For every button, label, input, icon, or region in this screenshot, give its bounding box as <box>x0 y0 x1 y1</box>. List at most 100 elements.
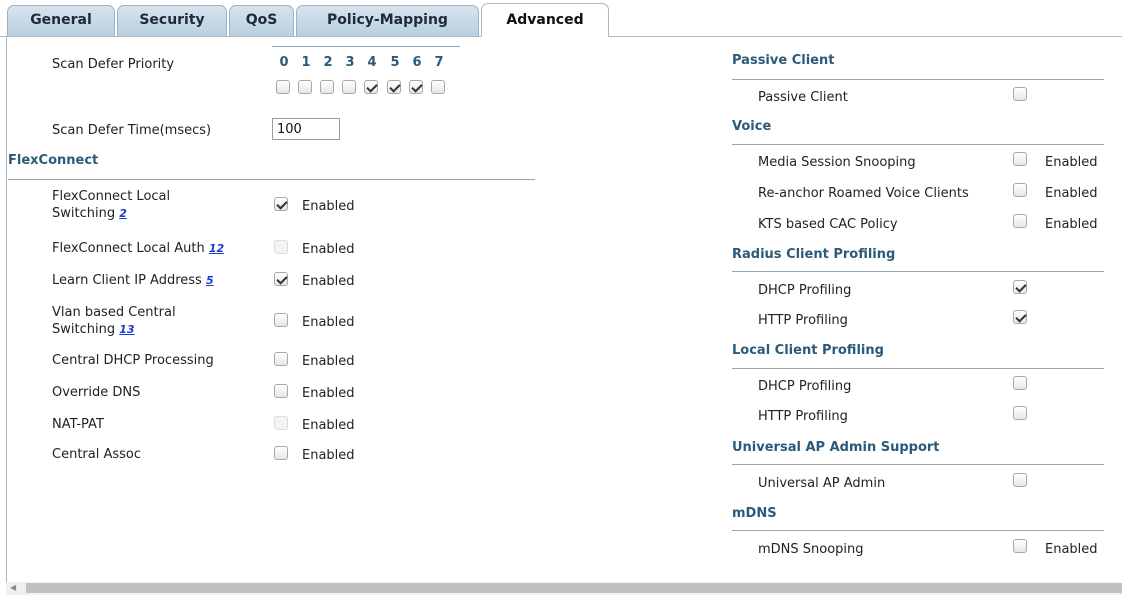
priority-checkbox-0[interactable] <box>276 80 290 94</box>
priority-divider <box>272 46 460 47</box>
radius-checkbox[interactable] <box>1013 310 1027 324</box>
voice-row-label: Media Session Snooping <box>758 155 916 170</box>
radius-section-title: Radius Client Profiling <box>732 247 896 262</box>
priority-number-5: 5 <box>390 55 400 70</box>
radius-row-label: DHCP Profiling <box>758 283 852 298</box>
flexconnect-checkbox[interactable] <box>274 384 288 398</box>
priority-number-2: 2 <box>323 55 333 70</box>
passive-section-title: Passive Client <box>732 53 835 68</box>
priority-number-1: 1 <box>301 55 311 70</box>
mdns-row-label: mDNS Snooping <box>758 542 864 557</box>
tab-bar: General Security QoS Policy-Mapping Adva… <box>0 0 1122 37</box>
voice-checkbox[interactable] <box>1013 152 1027 166</box>
flexconnect-row-text: Central DHCP Processing <box>52 353 214 368</box>
flexconnect-row-label: Central DHCP Processing <box>52 352 214 369</box>
priority-checkbox-6[interactable] <box>409 80 423 94</box>
passive-row-label: Passive Client <box>758 90 848 105</box>
tab-general[interactable]: General <box>7 5 115 36</box>
flexconnect-checkbox <box>274 240 288 254</box>
flexconnect-row-label: FlexConnect Local Auth 12 <box>52 240 224 257</box>
flexconnect-row-text: Central Assoc <box>52 447 142 462</box>
universal-checkbox[interactable] <box>1013 473 1027 487</box>
tab-policy-mapping[interactable]: Policy-Mapping <box>296 5 479 36</box>
enabled-label: Enabled <box>302 354 355 369</box>
scroll-left-arrow-icon[interactable]: ◀ <box>10 583 16 592</box>
flexconnect-checkbox <box>274 416 288 430</box>
footnote-link[interactable]: 13 <box>119 323 134 336</box>
universal-divider <box>732 464 1104 465</box>
tab-advanced[interactable]: Advanced <box>481 3 609 37</box>
priority-checkbox-3[interactable] <box>342 80 356 94</box>
footnote-link[interactable]: 12 <box>209 242 224 255</box>
priority-number-3: 3 <box>345 55 355 70</box>
footnote-link[interactable]: 2 <box>119 207 127 220</box>
flexconnect-row-text: Learn Client IP Address <box>52 273 202 288</box>
enabled-label: Enabled <box>302 242 355 257</box>
mdns-divider <box>732 530 1104 531</box>
tab-qos[interactable]: QoS <box>229 5 294 36</box>
local-row-label: HTTP Profiling <box>758 409 848 424</box>
enabled-label: Enabled <box>302 274 355 289</box>
radius-divider <box>732 271 1104 272</box>
footnote-link[interactable]: 5 <box>206 274 214 287</box>
flexconnect-row-text: FlexConnect Local <box>52 189 171 204</box>
flexconnect-row-text: Override DNS <box>52 385 141 400</box>
priority-number-7: 7 <box>434 55 444 70</box>
flexconnect-title: FlexConnect <box>8 153 99 168</box>
flexconnect-row-text: FlexConnect Local Auth <box>52 241 205 256</box>
priority-number-0: 0 <box>279 55 289 70</box>
voice-row-label: KTS based CAC Policy <box>758 217 898 232</box>
local-section-title: Local Client Profiling <box>732 343 884 358</box>
local-row-label: DHCP Profiling <box>758 379 852 394</box>
mdns-section-title: mDNS <box>732 506 777 521</box>
flexconnect-row-label: Vlan based Central Switching 13 <box>52 304 176 338</box>
priority-checkbox-7[interactable] <box>431 80 445 94</box>
scan-defer-priority-label: Scan Defer Priority <box>52 57 175 72</box>
priority-checkbox-5[interactable] <box>387 80 401 94</box>
flexconnect-row-text-line2: Switching <box>52 322 116 337</box>
flexconnect-row-label: FlexConnect Local Switching 2 <box>52 188 170 222</box>
radius-checkbox[interactable] <box>1013 280 1027 294</box>
priority-number-4: 4 <box>367 55 377 70</box>
local-checkbox[interactable] <box>1013 406 1027 420</box>
mdns-checkbox[interactable] <box>1013 539 1027 553</box>
priority-checkbox-1[interactable] <box>298 80 312 94</box>
scan-defer-time-input[interactable] <box>272 118 340 140</box>
flexconnect-row-text: Vlan based Central <box>52 305 176 320</box>
flexconnect-row-label: Learn Client IP Address 5 <box>52 272 214 289</box>
enabled-label: Enabled <box>1045 186 1098 201</box>
priority-number-6: 6 <box>412 55 422 70</box>
voice-checkbox[interactable] <box>1013 183 1027 197</box>
flexconnect-row-label: NAT-PAT <box>52 416 104 433</box>
enabled-label: Enabled <box>302 448 355 463</box>
flexconnect-row-text-line2: Switching <box>52 206 116 221</box>
flexconnect-checkbox[interactable] <box>274 313 288 327</box>
voice-divider <box>732 144 1104 145</box>
flexconnect-divider <box>8 179 535 180</box>
flexconnect-row-label: Central Assoc <box>52 446 141 463</box>
flexconnect-checkbox[interactable] <box>274 446 288 460</box>
enabled-label: Enabled <box>302 199 355 214</box>
enabled-label: Enabled <box>1045 217 1098 232</box>
tab-security[interactable]: Security <box>117 5 227 36</box>
passive-divider <box>732 79 1104 80</box>
universal-section-title: Universal AP Admin Support <box>732 440 940 455</box>
voice-row-label: Re-anchor Roamed Voice Clients <box>758 186 969 201</box>
enabled-label: Enabled <box>1045 542 1098 557</box>
enabled-label: Enabled <box>302 386 355 401</box>
flexconnect-checkbox[interactable] <box>274 272 288 286</box>
flexconnect-checkbox[interactable] <box>274 352 288 366</box>
passive-checkbox[interactable] <box>1013 87 1027 101</box>
flexconnect-row-text: NAT-PAT <box>52 417 104 432</box>
enabled-label: Enabled <box>302 315 355 330</box>
universal-row-label: Universal AP Admin <box>758 476 886 491</box>
priority-checkbox-2[interactable] <box>320 80 334 94</box>
enabled-label: Enabled <box>302 418 355 433</box>
priority-checkbox-4[interactable] <box>364 80 378 94</box>
voice-checkbox[interactable] <box>1013 214 1027 228</box>
scan-defer-time-label: Scan Defer Time(msecs) <box>52 123 212 138</box>
flexconnect-checkbox[interactable] <box>274 197 288 211</box>
local-divider <box>732 368 1104 369</box>
scrollbar-thumb[interactable] <box>26 583 1122 593</box>
local-checkbox[interactable] <box>1013 376 1027 390</box>
